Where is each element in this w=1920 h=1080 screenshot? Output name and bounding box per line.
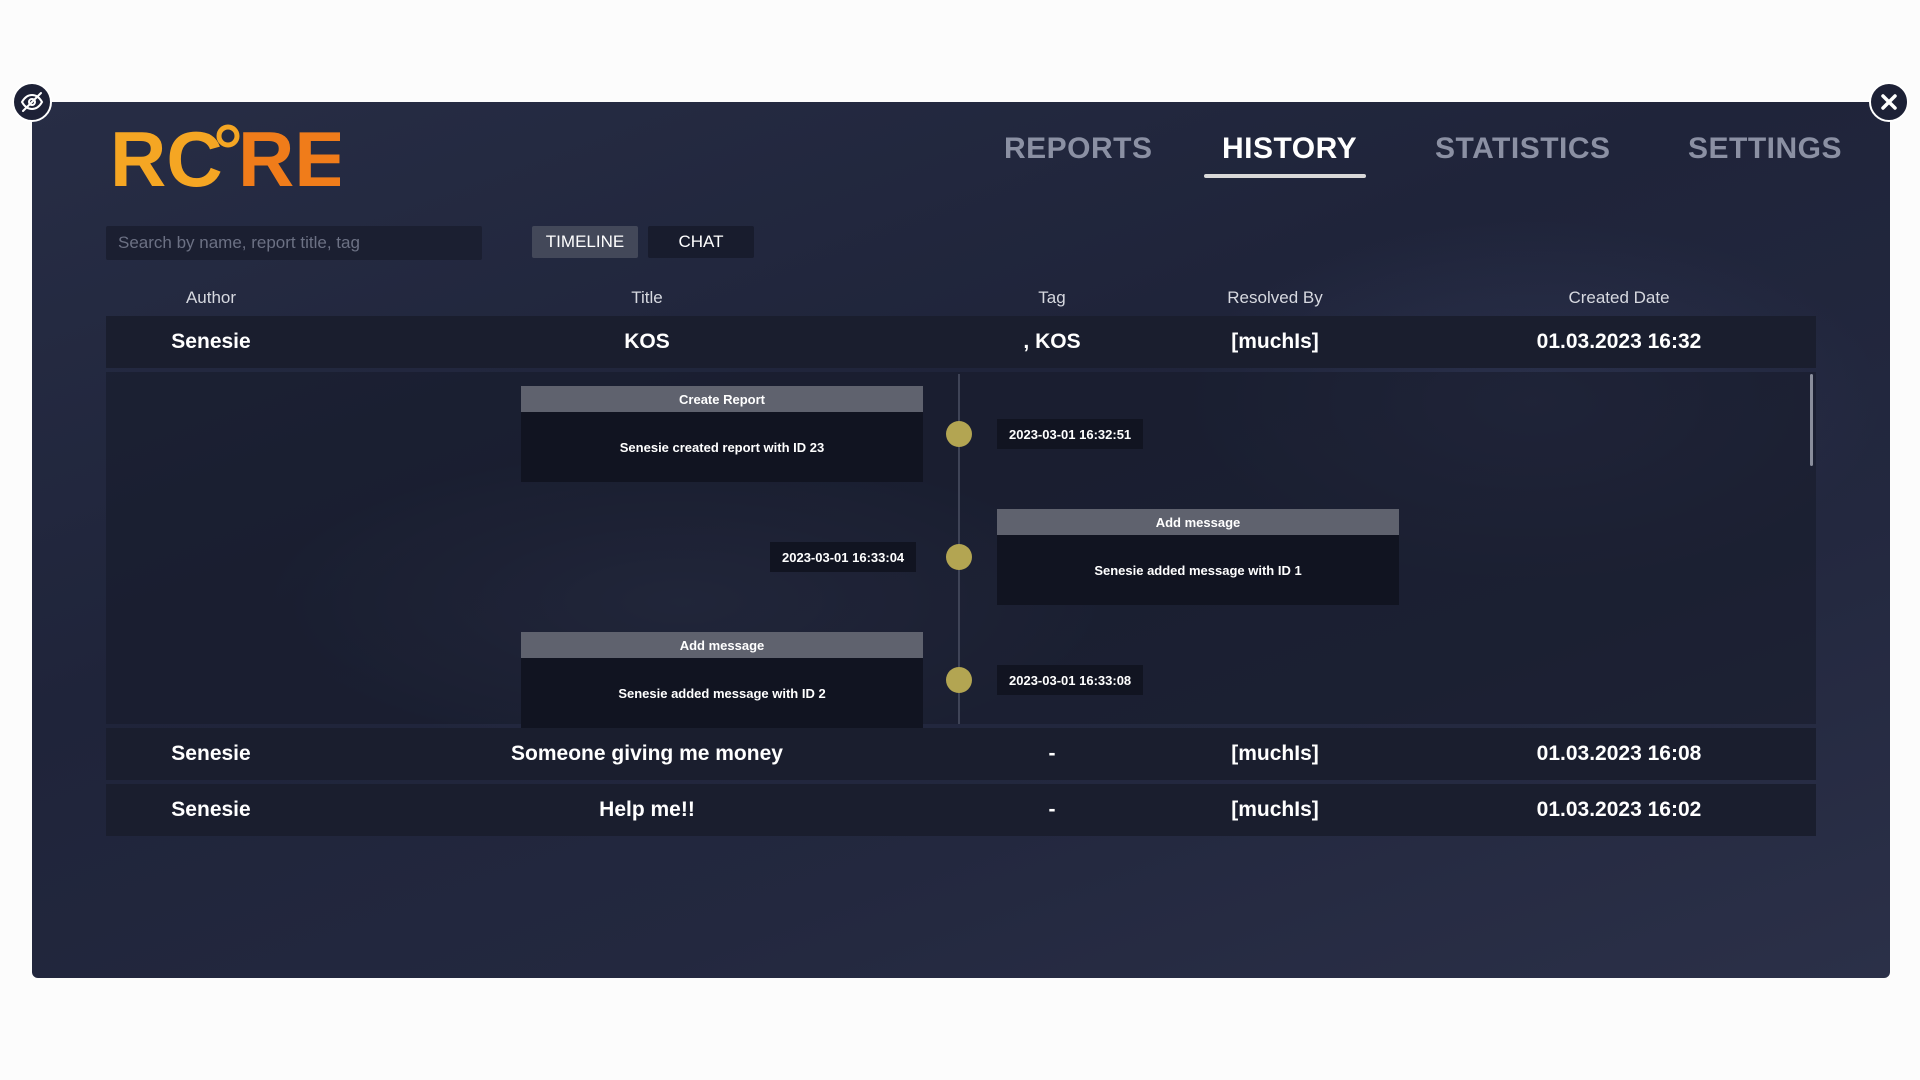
cell-resolved-by: [muchIs]	[1231, 798, 1319, 821]
timeline-event-card: Add message Senesie added message with I…	[521, 632, 923, 728]
cell-title: Help me!!	[599, 798, 695, 821]
cell-created-date: 01.03.2023 16:08	[1536, 742, 1702, 765]
table-row[interactable]: Senesie KOS , KOS [muchIs] 01.03.2023 16…	[106, 316, 1816, 368]
cell-title: Someone giving me money	[511, 742, 783, 765]
event-text: Senesie created report with ID 23	[619, 439, 825, 455]
event-title: Create Report	[521, 386, 923, 412]
cell-author: Senesie	[171, 330, 251, 353]
column-header-tag[interactable]: Tag	[1038, 288, 1065, 308]
search-input[interactable]	[106, 226, 482, 260]
cell-created-date: 01.03.2023 16:02	[1536, 798, 1702, 821]
cell-author: Senesie	[171, 742, 251, 765]
table-row[interactable]: Senesie Someone giving me money - [muchI…	[106, 728, 1816, 780]
event-title: Add message	[997, 509, 1399, 535]
cell-tag: , KOS	[1023, 330, 1081, 353]
timeline-dot	[946, 544, 972, 570]
close-button[interactable]	[1869, 82, 1909, 122]
cell-resolved-by: [muchIs]	[1231, 742, 1319, 765]
timeline-toggle-button[interactable]: TIMELINE	[532, 226, 638, 258]
timeline-event-card: Add message Senesie added message with I…	[997, 509, 1399, 605]
timeline-dot	[946, 421, 972, 447]
event-text: Senesie added message with ID 2	[618, 685, 826, 701]
column-header-created-date[interactable]: Created Date	[1568, 288, 1669, 308]
event-timestamp: 2023-03-01 16:32:51	[997, 419, 1144, 449]
tab-reports[interactable]: REPORTS	[1004, 132, 1153, 166]
cell-resolved-by: [muchIs]	[1231, 330, 1319, 353]
table-row[interactable]: Senesie Help me!! - [muchIs] 01.03.2023 …	[106, 784, 1816, 836]
column-header-title[interactable]: Title	[631, 288, 663, 308]
cell-tag: -	[1048, 798, 1056, 821]
eye-slash-icon	[20, 90, 44, 114]
report-panel: RC RE REPORTS HISTORY STATISTICS SETTING…	[32, 102, 1890, 978]
event-timestamp: 2023-03-01 16:33:04	[770, 542, 917, 572]
close-icon	[1880, 93, 1898, 111]
tab-history[interactable]: HISTORY	[1222, 132, 1357, 166]
cell-author: Senesie	[171, 798, 251, 821]
column-header-resolved-by[interactable]: Resolved By	[1227, 288, 1322, 308]
timeline-dot	[946, 667, 972, 693]
active-tab-indicator	[1204, 174, 1366, 178]
chat-toggle-button[interactable]: CHAT	[648, 226, 754, 258]
timeline-scrollbar[interactable]	[1810, 374, 1813, 466]
cell-tag: -	[1048, 742, 1056, 765]
event-title: Add message	[521, 632, 923, 658]
cell-created-date: 01.03.2023 16:32	[1536, 330, 1702, 353]
event-timestamp: 2023-03-01 16:33:08	[997, 665, 1144, 695]
tab-settings[interactable]: SETTINGS	[1688, 132, 1842, 166]
tab-statistics[interactable]: STATISTICS	[1435, 132, 1611, 166]
top-nav: REPORTS HISTORY STATISTICS SETTINGS	[32, 132, 1890, 182]
column-header-author[interactable]: Author	[186, 288, 236, 308]
hide-ui-button[interactable]	[12, 82, 52, 122]
event-text: Senesie added message with ID 1	[1094, 562, 1302, 578]
timeline-event-card: Create Report Senesie created report wit…	[521, 386, 923, 482]
cell-title: KOS	[624, 330, 670, 353]
